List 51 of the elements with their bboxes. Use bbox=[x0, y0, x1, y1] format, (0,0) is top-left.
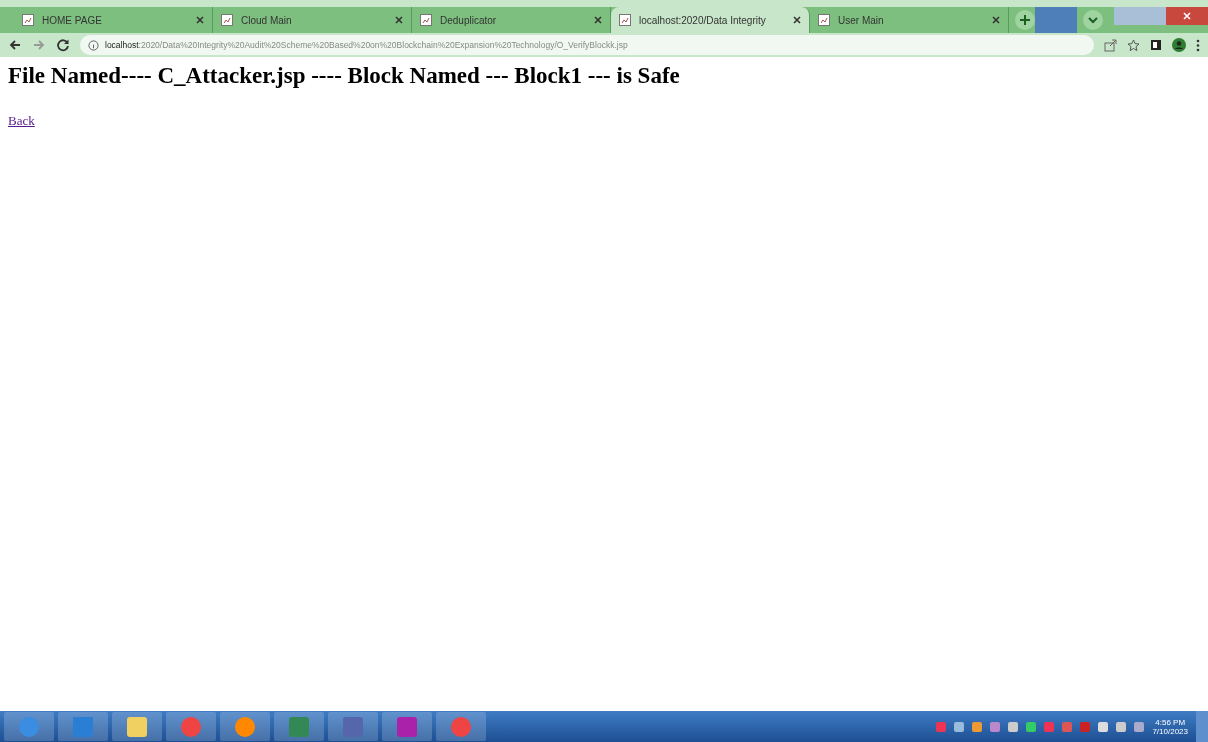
tab-title: Deduplicator bbox=[440, 14, 498, 26]
close-icon[interactable] bbox=[196, 16, 204, 24]
page-icon bbox=[619, 14, 631, 26]
close-icon[interactable] bbox=[992, 16, 1000, 24]
close-icon[interactable] bbox=[793, 16, 801, 24]
back-link[interactable]: Back bbox=[8, 113, 35, 128]
close-button[interactable] bbox=[1166, 7, 1208, 25]
clock-time: 4:56 PM bbox=[1155, 717, 1186, 727]
browser-tab[interactable]: HOME PAGE bbox=[14, 7, 213, 33]
tray-icon[interactable] bbox=[1134, 721, 1145, 732]
tray-icon[interactable] bbox=[972, 721, 983, 732]
browser-tab[interactable]: Deduplicator bbox=[412, 7, 611, 33]
tray-icon[interactable] bbox=[1116, 721, 1127, 732]
tab-title: localhost:2020/Data Integrity bbox=[639, 14, 767, 26]
tab-title: HOME PAGE bbox=[42, 14, 103, 26]
tab-title: Cloud Main bbox=[241, 14, 293, 26]
tray-icon[interactable] bbox=[990, 721, 1001, 732]
clock[interactable]: 4:56 PM 7/10/2023 bbox=[1144, 717, 1196, 736]
tray-icon[interactable] bbox=[1098, 721, 1109, 732]
page-icon bbox=[818, 14, 830, 26]
close-icon[interactable] bbox=[594, 16, 602, 24]
share-icon[interactable] bbox=[1104, 38, 1117, 52]
tray-icon[interactable] bbox=[1008, 721, 1019, 732]
chevron-icon bbox=[1088, 15, 1098, 25]
menu-icon[interactable] bbox=[1196, 38, 1200, 52]
forward-icon[interactable] bbox=[32, 38, 46, 52]
tab-search-button[interactable] bbox=[1083, 10, 1103, 30]
back-icon[interactable] bbox=[8, 38, 22, 52]
close-icon[interactable] bbox=[395, 16, 403, 24]
tray-icon[interactable] bbox=[954, 721, 965, 732]
star-icon[interactable] bbox=[1127, 38, 1140, 52]
browser-tab[interactable]: Cloud Main bbox=[213, 7, 412, 33]
reload-icon[interactable] bbox=[56, 38, 70, 52]
address-bar[interactable]: localhost:2020/Data%20Integrity%20Audit%20Scheme%20Based%20on%20Blockchain%20Expansion%20Technology/O_VerifyBlockk.jsp bbox=[80, 35, 1094, 55]
info-icon[interactable] bbox=[88, 39, 99, 51]
sidepanel-icon[interactable] bbox=[1150, 39, 1162, 51]
close-icon bbox=[1183, 12, 1191, 20]
tab-title: User Main bbox=[838, 14, 885, 26]
plus-icon bbox=[1020, 15, 1030, 25]
profile-icon[interactable] bbox=[1172, 38, 1186, 52]
browser-tab[interactable]: User Main bbox=[810, 7, 1009, 33]
clock-date: 7/10/2023 bbox=[1152, 726, 1188, 736]
tray-icon[interactable] bbox=[1026, 721, 1037, 732]
browser-tab[interactable]: localhost:2020/Data Integrity bbox=[611, 7, 810, 33]
page-icon bbox=[22, 14, 34, 26]
page-heading: File Named---- C_Attacker.jsp ---- Block Named --- Block1 --- is Safe bbox=[8, 63, 681, 89]
start-button[interactable] bbox=[4, 712, 54, 741]
page-icon bbox=[420, 14, 432, 26]
new-tab-button[interactable] bbox=[1015, 10, 1035, 30]
url-text: localhost:2020/Data%20Integrity%20Audit%20Scheme%20Based%20on%20Blockchain%20Expansion%20Technology/O_VerifyBlockk.jsp bbox=[105, 40, 628, 50]
page-icon bbox=[221, 14, 233, 26]
